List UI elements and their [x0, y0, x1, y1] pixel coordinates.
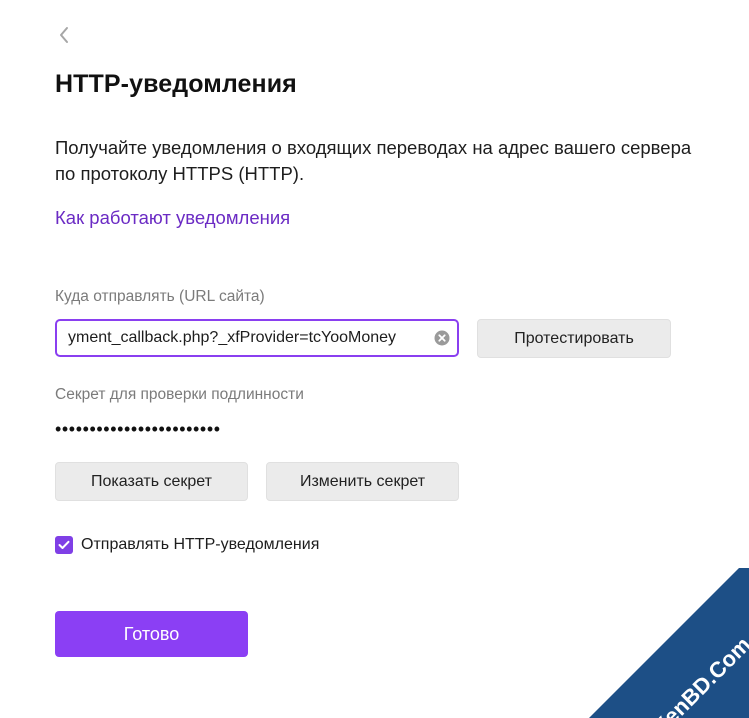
url-field-label: Куда отправлять (URL сайта): [55, 288, 265, 305]
change-secret-button[interactable]: Изменить секрет: [266, 462, 459, 501]
how-notifications-work-link[interactable]: Как работают уведомления: [55, 207, 290, 229]
test-button[interactable]: Протестировать: [477, 319, 671, 358]
url-input-wrapper: [55, 319, 459, 357]
back-button[interactable]: [52, 22, 76, 48]
chevron-left-icon: [60, 27, 68, 43]
done-button[interactable]: Готово: [55, 611, 248, 657]
clear-url-button[interactable]: [427, 321, 457, 355]
page-title: HTTP-уведомления: [55, 70, 297, 98]
page-description: Получайте уведомления о входящих перевод…: [55, 137, 692, 184]
secret-masked-value: ••••••••••••••••••••••••: [55, 419, 221, 439]
send-notifications-toggle[interactable]: Отправлять HTTP-уведомления: [55, 536, 319, 554]
checkmark-icon: [58, 540, 70, 549]
show-secret-button[interactable]: Показать секрет: [55, 462, 248, 501]
clear-circle-icon: [434, 330, 450, 346]
site-watermark: XenBD.Com: [589, 568, 749, 718]
send-notifications-label: Отправлять HTTP-уведомления: [81, 536, 320, 553]
url-input[interactable]: [57, 321, 427, 355]
watermark-text: XenBD.Com: [648, 632, 749, 718]
send-notifications-checkbox[interactable]: [55, 536, 73, 554]
secret-field-label: Секрет для проверки подлинности: [55, 386, 304, 403]
